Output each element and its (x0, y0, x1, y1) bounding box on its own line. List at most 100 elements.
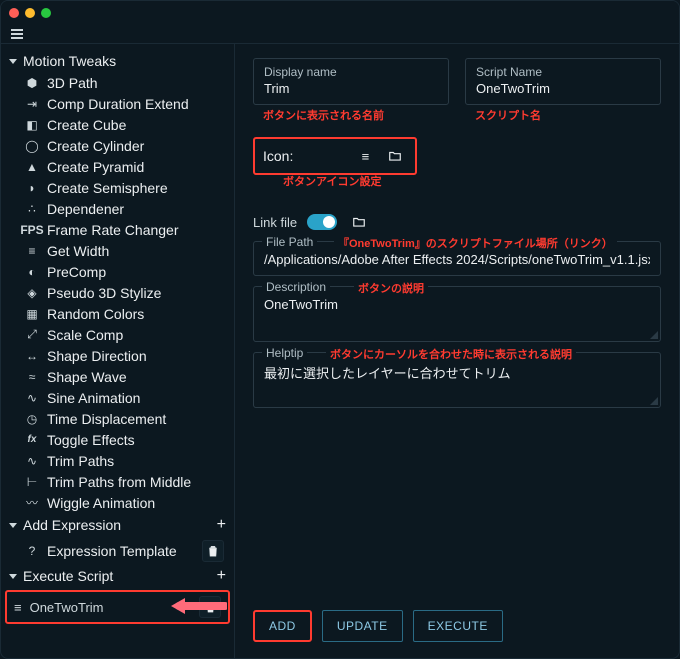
sidebar-item-scale-comp[interactable]: ⤢Scale Comp (5, 324, 230, 345)
fx-icon: fx (25, 433, 39, 447)
add-button[interactable]: ADD (253, 610, 312, 642)
sidebar-item-trim-paths-middle[interactable]: ⊢Trim Paths from Middle (5, 471, 230, 492)
zoom-window-icon[interactable] (41, 8, 51, 18)
sidebar-item-create-semisphere[interactable]: ◗Create Semisphere (5, 177, 230, 198)
display-name-field[interactable]: Display name Trim (253, 58, 449, 105)
chevron-down-icon (9, 574, 17, 579)
sidebar-item-trim-paths[interactable]: ∿Trim Paths (5, 450, 230, 471)
time-icon: ◷ (25, 412, 39, 426)
update-button[interactable]: UPDATE (322, 610, 403, 642)
category-label: Motion Tweaks (23, 53, 116, 69)
sidebar-item-pseudo-3d[interactable]: ◈Pseudo 3D Stylize (5, 282, 230, 303)
selected-item-highlight: ≡ OneTwoTrim (5, 590, 230, 624)
add-icon[interactable]: + (217, 567, 226, 585)
wiggle-icon: 〰 (25, 496, 39, 510)
helptip-field[interactable]: Helptip ボタンにカーソルを合わせた時に表示される説明 (253, 352, 661, 408)
semisphere-icon: ◗ (25, 181, 39, 195)
sidebar-item-random-colors[interactable]: ▦Random Colors (5, 303, 230, 324)
stylize-icon: ◈ (25, 286, 39, 300)
field-value: Trim (264, 79, 438, 96)
helptip-input[interactable] (264, 359, 650, 393)
description-input[interactable] (264, 293, 650, 327)
annotation-text: ボタンに表示される名前 (253, 107, 449, 123)
list-icon: ≡ (362, 149, 370, 164)
sidebar-item-shape-wave[interactable]: ≈Shape Wave (5, 366, 230, 387)
category-add-expression[interactable]: Add Expression + (5, 513, 230, 537)
folder-icon (387, 149, 403, 163)
sidebar-item-dependener[interactable]: ∴Dependener (5, 198, 230, 219)
width-icon: ≡ (25, 244, 39, 258)
hamburger-icon[interactable] (11, 29, 23, 39)
field-label: Display name (264, 65, 438, 79)
sidebar-item-expression-template[interactable]: ? Expression Template (5, 537, 230, 564)
sidebar-item-wiggle[interactable]: 〰Wiggle Animation (5, 492, 230, 513)
delete-button[interactable] (202, 540, 224, 562)
icon-list-button[interactable]: ≡ (353, 145, 377, 167)
list-icon: ≡ (14, 600, 22, 615)
direction-icon: ↔ (25, 349, 39, 363)
annotation-text: ボタンにカーソルを合わせた時に表示される説明 (326, 346, 576, 362)
fps-icon: FPS (25, 223, 39, 237)
execute-button[interactable]: EXECUTE (413, 610, 503, 642)
trim-middle-icon: ⊢ (25, 475, 39, 489)
sidebar-item-create-cube[interactable]: ◧Create Cube (5, 114, 230, 135)
close-window-icon[interactable] (9, 8, 19, 18)
category-label: Execute Script (23, 568, 113, 584)
field-value: OneTwoTrim (476, 79, 650, 96)
annotation-text: スクリプト名 (465, 107, 661, 123)
minimize-window-icon[interactable] (25, 8, 35, 18)
icon-browse-button[interactable] (383, 145, 407, 167)
cube-icon: ◧ (25, 118, 39, 132)
sidebar-item-create-cylinder[interactable]: ◯Create Cylinder (5, 135, 230, 156)
cylinder-icon: ◯ (25, 139, 39, 153)
resize-handle-icon[interactable] (650, 331, 658, 339)
sidebar-item-get-width[interactable]: ≡Get Width (5, 240, 230, 261)
sidebar-item-time-displacement[interactable]: ◷Time Displacement (5, 408, 230, 429)
sidebar-item-3d-path[interactable]: ⬢3D Path (5, 72, 230, 93)
question-icon: ? (25, 544, 39, 558)
trash-icon (206, 544, 220, 558)
colors-icon: ▦ (25, 307, 39, 321)
icon-setting-highlight: Icon: ≡ (253, 137, 417, 175)
sidebar-item-frame-rate[interactable]: FPSFrame Rate Changer (5, 219, 230, 240)
precomp-icon: ◐ (25, 265, 39, 279)
trim-icon: ∿ (25, 454, 39, 468)
field-label: Description (262, 280, 330, 294)
field-label: Helptip (262, 346, 307, 360)
chevron-down-icon (9, 523, 17, 528)
extend-icon: ⇥ (25, 97, 39, 111)
link-file-toggle[interactable] (307, 214, 337, 230)
add-icon[interactable]: + (217, 516, 226, 534)
file-path-field[interactable]: File Path 『OneTwoTrim』のスクリプトファイル場所（リンク） (253, 241, 661, 276)
category-execute-script[interactable]: Execute Script + (5, 564, 230, 588)
sidebar-item-precomp[interactable]: ◐PreComp (5, 261, 230, 282)
annotation-arrow-icon (167, 594, 227, 618)
category-label: Add Expression (23, 517, 121, 533)
field-label: Script Name (476, 65, 650, 79)
detail-panel: Display name Trim ボタンに表示される名前 Script Nam… (235, 44, 679, 658)
link-icon: ∴ (25, 202, 39, 216)
sidebar-item-shape-direction[interactable]: ↔Shape Direction (5, 345, 230, 366)
sine-icon: ∿ (25, 391, 39, 405)
menu-bar (1, 25, 679, 43)
resize-handle-icon[interactable] (650, 397, 658, 405)
cube-icon: ⬢ (25, 76, 39, 90)
sidebar-item-create-pyramid[interactable]: ▲Create Pyramid (5, 156, 230, 177)
sidebar-item-toggle-effects[interactable]: fxToggle Effects (5, 429, 230, 450)
annotation-text: 『OneTwoTrim』のスクリプトファイル場所（リンク） (334, 235, 617, 251)
annotation-text: ボタンの説明 (354, 280, 428, 296)
browse-file-button[interactable] (347, 211, 371, 233)
annotation-text: ボタンアイコン設定 (253, 173, 661, 189)
folder-icon (351, 215, 367, 229)
sidebar-item-sine-animation[interactable]: ∿Sine Animation (5, 387, 230, 408)
sidebar-item-comp-duration[interactable]: ⇥Comp Duration Extend (5, 93, 230, 114)
scale-icon: ⤢ (25, 328, 39, 342)
chevron-down-icon (9, 59, 17, 64)
script-name-field[interactable]: Script Name OneTwoTrim (465, 58, 661, 105)
sidebar: Motion Tweaks ⬢3D Path ⇥Comp Duration Ex… (1, 44, 235, 658)
category-motion-tweaks[interactable]: Motion Tweaks (5, 50, 230, 72)
description-field[interactable]: Description ボタンの説明 (253, 286, 661, 342)
window-titlebar (1, 1, 679, 25)
pyramid-icon: ▲ (25, 160, 39, 174)
field-label: File Path (262, 235, 317, 249)
